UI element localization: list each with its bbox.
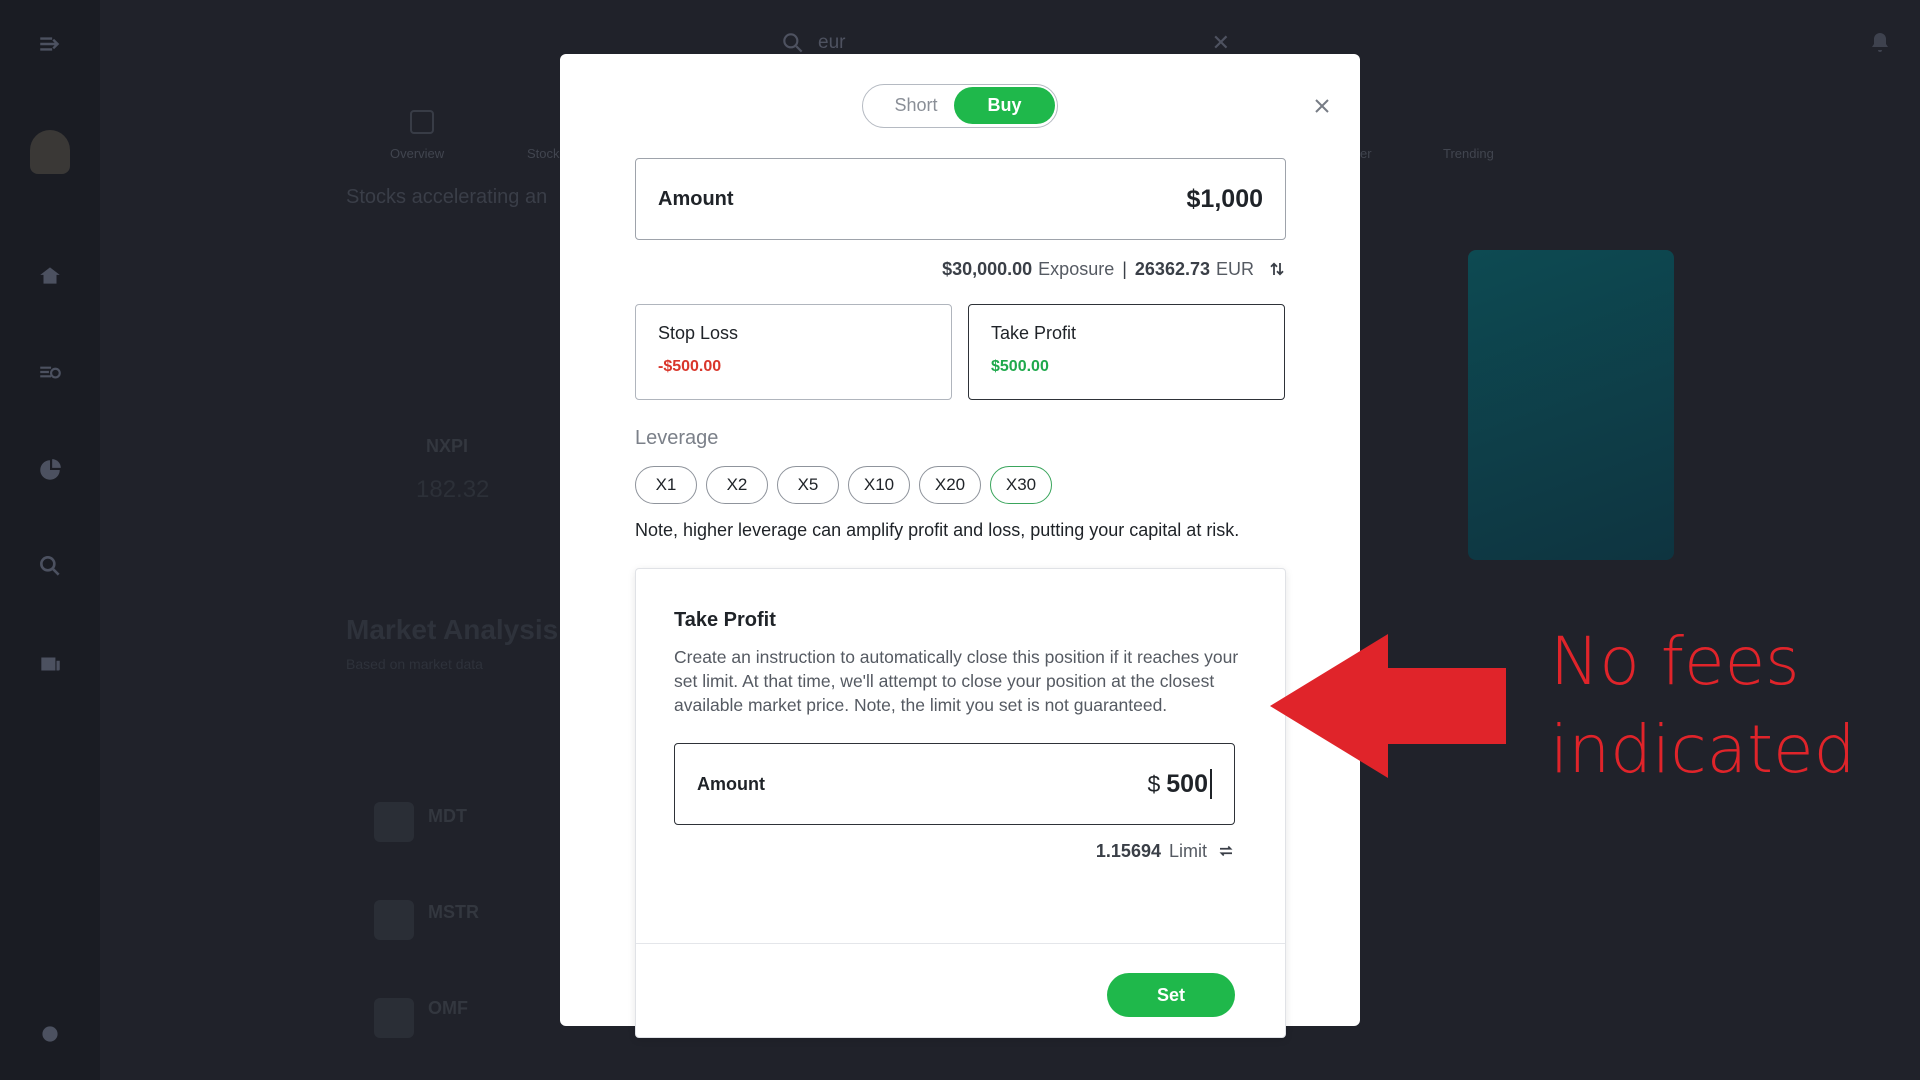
amount-label: Amount	[658, 187, 734, 210]
home-icon[interactable]	[30, 256, 70, 296]
buy-option[interactable]: Buy	[954, 87, 1055, 124]
leverage-note: Note, higher leverage can amplify profit…	[635, 520, 1240, 540]
set-button[interactable]: Set	[1107, 973, 1235, 1017]
stock-logo	[374, 900, 414, 940]
limit-row: 1.15694 Limit	[674, 837, 1235, 865]
clear-search-icon[interactable]: ✕	[1212, 30, 1230, 56]
take-profit-amount-value: 500	[1166, 769, 1208, 798]
tab-overview[interactable]: Overview	[390, 146, 444, 161]
stock-logo	[374, 802, 414, 842]
search-icon	[783, 33, 803, 53]
short-option[interactable]: Short	[871, 85, 961, 126]
annotation-arrow-icon	[1270, 634, 1506, 778]
short-buy-toggle[interactable]: Short Buy	[862, 84, 1058, 128]
amount-field[interactable]: Amount $1,000	[635, 158, 1286, 240]
avatar[interactable]	[30, 130, 70, 174]
annotation-line-2: indicated	[1550, 711, 1856, 788]
exposure-value: $30,000.00	[942, 258, 1033, 279]
take-profit-description: Create an instruction to automatically c…	[674, 647, 1239, 715]
tab-trending[interactable]: Trending	[1443, 146, 1494, 161]
leverage-x5-button[interactable]: X5	[777, 466, 839, 504]
featured-card[interactable]	[1468, 250, 1674, 560]
leverage-label: Leverage	[635, 427, 719, 449]
annotation-line-1: No fees	[1550, 623, 1800, 700]
take-profit-value: $500.00	[991, 358, 1049, 375]
text-caret	[1210, 769, 1212, 799]
news-icon[interactable]	[30, 644, 70, 684]
section-subtitle: Stocks accelerating an	[346, 186, 548, 208]
notification-bell-icon[interactable]	[1868, 30, 1892, 56]
ticker-price: 182.32	[416, 476, 490, 503]
leverage-x2-button[interactable]: X2	[706, 466, 768, 504]
leverage-x10-button[interactable]: X10	[848, 466, 910, 504]
take-profit-panel: Take Profit Create an instruction to aut…	[635, 568, 1286, 1038]
currency-symbol: $	[1147, 770, 1161, 797]
take-profit-amount-field[interactable]: Amount $ 500	[674, 743, 1235, 825]
take-profit-panel-title: Take Profit	[674, 609, 776, 631]
stop-loss-box[interactable]: Stop Loss -$500.00	[635, 304, 952, 400]
close-icon[interactable]	[1310, 94, 1334, 118]
exposure-row: $30,000.00 Exposure | 26362.73 EUR	[635, 254, 1286, 284]
toggle-limit-mode-icon[interactable]	[1217, 842, 1235, 860]
leverage-x30-button[interactable]: X30	[990, 466, 1052, 504]
take-profit-amount-input[interactable]: $ 500	[1147, 769, 1212, 799]
stock-logo	[374, 998, 414, 1038]
take-profit-box[interactable]: Take Profit $500.00	[968, 304, 1285, 400]
exposure-label: Exposure	[1038, 258, 1115, 279]
leverage-x1-button[interactable]: X1	[635, 466, 697, 504]
ticker-label: OMF	[428, 998, 468, 1018]
leverage-x20-button[interactable]: X20	[919, 466, 981, 504]
limit-label: Limit	[1168, 840, 1207, 861]
stop-loss-value: -$500.00	[658, 358, 722, 375]
ticker-label: NXPI	[426, 436, 469, 456]
exposure-separator: |	[1122, 258, 1127, 279]
exposure-currency: EUR	[1215, 258, 1254, 279]
overview-tab-icon	[410, 110, 434, 134]
limit-value: 1.15694	[1095, 840, 1161, 861]
section-heading-sub: Based on market data	[346, 656, 483, 672]
settings-icon[interactable]	[30, 1014, 70, 1054]
amount-value[interactable]: $1,000	[1187, 185, 1263, 214]
tab-other[interactable]: er	[1360, 146, 1372, 161]
stop-loss-label: Stop Loss	[658, 323, 739, 343]
menu-expand-icon[interactable]	[30, 24, 70, 64]
section-heading: Market Analysis	[346, 614, 559, 645]
ticker-label: MDT	[428, 806, 467, 826]
annotation-text: No fees indicated	[1550, 618, 1890, 794]
ticker-label: MSTR	[428, 902, 479, 922]
panel-divider	[636, 943, 1285, 944]
portfolio-icon[interactable]	[30, 450, 70, 490]
watchlist-icon[interactable]	[30, 352, 70, 392]
search-input[interactable]: eur	[818, 32, 845, 54]
search-icon[interactable]	[30, 546, 70, 586]
take-profit-label: Take Profit	[991, 323, 1077, 343]
exposure-converted: 26362.73	[1134, 258, 1210, 279]
sidebar	[0, 0, 100, 1080]
take-profit-amount-label: Amount	[697, 773, 765, 794]
swap-currency-icon[interactable]	[1268, 260, 1286, 278]
trade-modal: Short Buy Amount $1,000 $30,000.00 Expos…	[560, 54, 1360, 1038]
